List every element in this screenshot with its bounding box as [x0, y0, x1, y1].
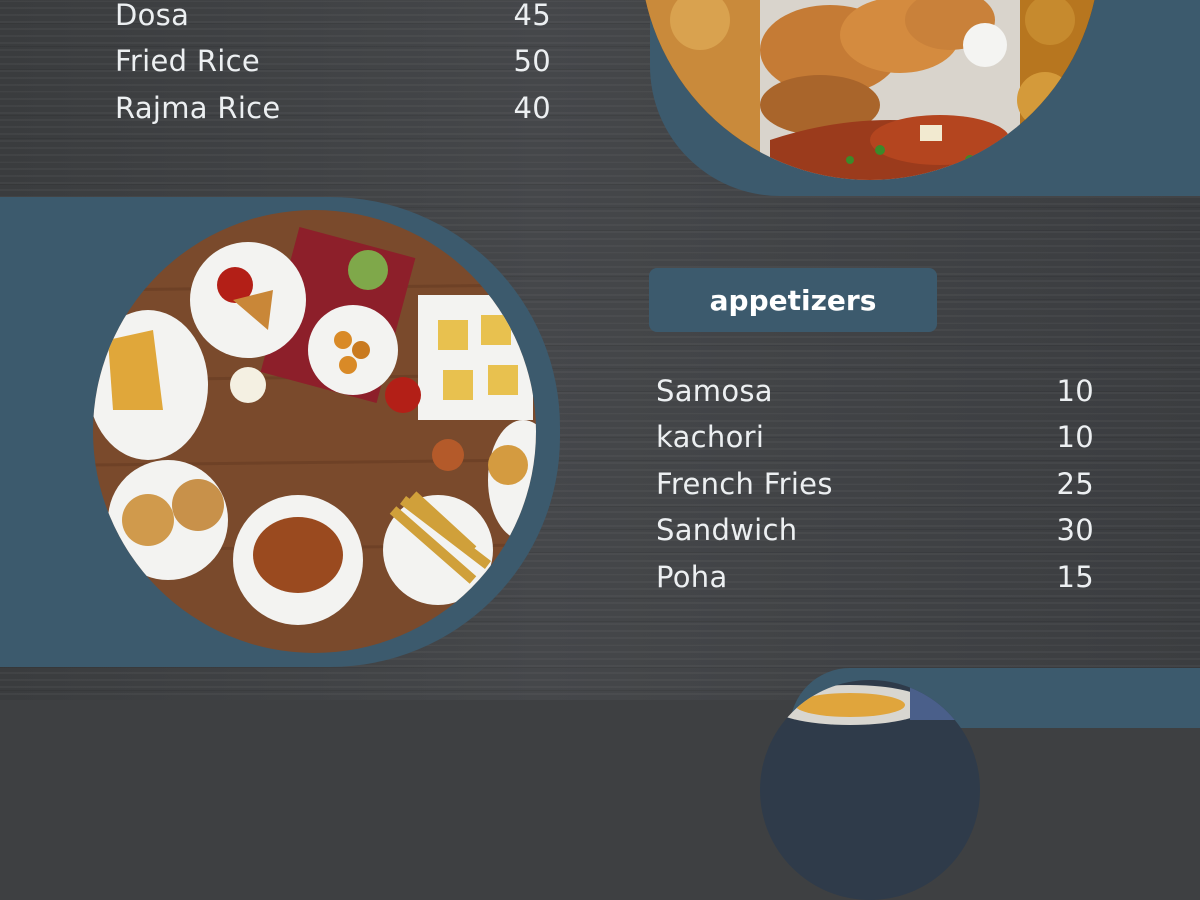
item-price: 10 — [1056, 420, 1094, 454]
item-price: 10 — [1056, 374, 1094, 408]
item-price: 45 — [513, 0, 551, 32]
item-price: 50 — [513, 44, 551, 78]
menu-item-sandwich: Sandwich 30 — [656, 513, 1094, 547]
item-name: Samosa — [656, 374, 773, 408]
menu-item-kachori: kachori 10 — [656, 420, 1094, 454]
menu-item-fried-rice: Fried Rice 50 — [115, 44, 551, 78]
item-price: 15 — [1056, 560, 1094, 594]
bottom-food-photo — [760, 680, 980, 900]
item-name: Rajma Rice — [115, 91, 281, 125]
item-name: Dosa — [115, 0, 190, 32]
item-name: French Fries — [656, 467, 833, 501]
item-price: 40 — [513, 91, 551, 125]
menu-item-french-fries: French Fries 25 — [656, 467, 1094, 501]
item-name: Fried Rice — [115, 44, 261, 78]
menu-item-rajma-rice: Rajma Rice 40 — [115, 91, 551, 125]
item-price: 30 — [1056, 513, 1094, 547]
menu-item-samosa: Samosa 10 — [656, 374, 1094, 408]
appetizers-heading: appetizers — [649, 268, 937, 332]
menu-item-poha: Poha 15 — [656, 560, 1094, 594]
indian-snacks-photo — [93, 210, 536, 653]
item-name: Sandwich — [656, 513, 798, 547]
item-name: Poha — [656, 560, 728, 594]
item-price: 25 — [1056, 467, 1094, 501]
item-name: kachori — [656, 420, 765, 454]
menu-item-dosa: Dosa 45 — [115, 0, 551, 32]
